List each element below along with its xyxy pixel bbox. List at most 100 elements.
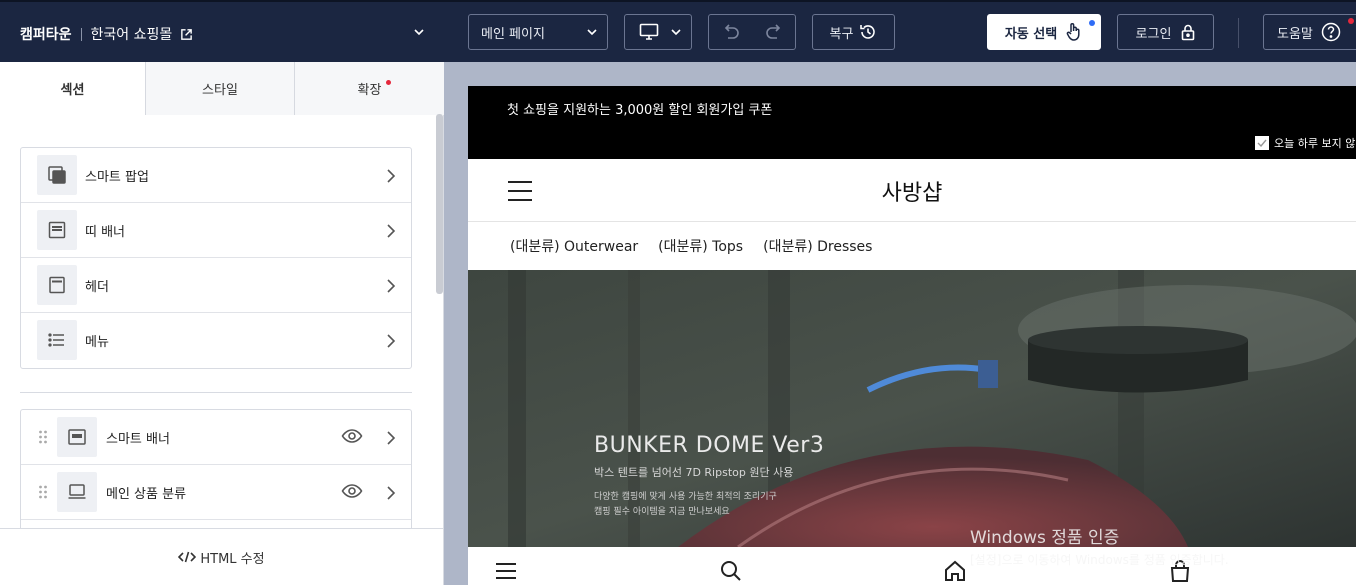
section-label: 메뉴 <box>85 335 109 350</box>
hand-pointer-icon <box>1066 23 1080 41</box>
section-item-menu[interactable]: 메뉴 <box>21 313 411 368</box>
hero-banner[interactable]: BUNKER DOME Ver3 박스 텐트를 넘어선 7D Ripstop 원… <box>468 270 1356 547</box>
chevron-right-icon <box>387 334 396 348</box>
hero-copy: BUNKER DOME Ver3 박스 텐트를 넘어선 7D Ripstop 원… <box>594 433 824 520</box>
section-label: 헤더 <box>85 279 109 295</box>
hero-description: 다양한 캠핑에 맞게 사용 가능한 최적의 조리기구 캠핑 필수 아이템을 지금… <box>594 490 824 520</box>
code-icon <box>178 551 197 563</box>
nav-item[interactable]: (대분류) Tops <box>658 236 743 256</box>
drag-handle-icon[interactable] <box>38 484 48 500</box>
auto-select-button[interactable]: 자동 선택 <box>987 14 1101 50</box>
page-select[interactable]: 메인 페이지 <box>468 14 608 50</box>
history-icon <box>860 25 876 39</box>
tab-label: 섹션 <box>60 83 85 98</box>
panel-tabs: 섹션 스타일 확장 <box>0 62 444 116</box>
header-icon <box>37 265 77 305</box>
hero-desc-line: 캠핑 필수 아이템을 지금 만나보세요 <box>594 507 730 517</box>
chevron-right-icon <box>387 279 396 293</box>
chevron-down-icon[interactable] <box>413 27 425 37</box>
mobile-preview[interactable]: 첫 쇼핑을 지원하는 3,000원 할인 회원가입 쿠폰 오늘 하루 보지 않 … <box>468 86 1356 585</box>
monitor-icon <box>57 472 97 512</box>
login-button[interactable]: 로그인 <box>1117 14 1214 50</box>
chevron-down-icon <box>587 29 597 36</box>
tab-label: 스타일 <box>202 83 238 98</box>
popup-icon <box>37 155 77 195</box>
help-button[interactable]: 도움말 <box>1263 14 1356 50</box>
mall-name-link[interactable]: 한국어 쇼핑몰 <box>91 24 173 44</box>
fixed-section-list: 스마트 팝업 띠 배너 헤더 메뉴 <box>20 147 412 369</box>
section-label: 스마트 배너 <box>106 431 170 447</box>
promo-text: 첫 쇼핑을 지원하는 3,000원 할인 회원가입 쿠폰 <box>507 103 773 118</box>
shop-header: 사방샵 <box>468 159 1356 222</box>
toolbar-divider <box>1238 18 1239 48</box>
section-label: 띠 배너 <box>85 224 126 240</box>
drag-handle-icon[interactable] <box>38 429 48 445</box>
tab-sections[interactable]: 섹션 <box>0 62 145 116</box>
hero-title: BUNKER DOME Ver3 <box>594 433 825 458</box>
section-item-smart-banner[interactable]: 스마트 배너 <box>21 410 411 465</box>
section-label: 메인 상품 분류 <box>106 486 187 502</box>
nav-item[interactable]: (대분류) Outerwear <box>510 236 638 256</box>
eye-icon[interactable] <box>341 483 363 499</box>
login-label: 로그인 <box>1135 26 1172 42</box>
section-item-header[interactable]: 헤더 <box>21 258 411 313</box>
device-select[interactable] <box>624 14 692 50</box>
check-icon <box>1257 139 1267 147</box>
restore-label: 복구 <box>829 26 854 42</box>
section-label: 스마트 팝업 <box>85 169 149 185</box>
strip-banner-icon <box>37 210 77 250</box>
chevron-right-icon <box>387 224 396 238</box>
tab-label: 확장 <box>357 83 382 98</box>
sections-panel: 섹션 스타일 확장 스마트 팝업 띠 배너 헤더 메뉴 스마트 배너 메인 상품… <box>0 62 444 585</box>
question-icon <box>1321 22 1341 42</box>
lock-icon <box>1182 24 1195 40</box>
hide-today-toggle[interactable]: 오늘 하루 보지 않 <box>1255 135 1355 151</box>
menu-icon[interactable] <box>495 560 517 580</box>
chevron-right-icon <box>387 169 396 183</box>
restore-button[interactable]: 복구 <box>812 14 895 50</box>
section-item-smart-popup[interactable]: 스마트 팝업 <box>21 148 411 203</box>
brand-divider <box>80 27 82 41</box>
redo-icon[interactable] <box>765 24 783 40</box>
brand: 캠퍼타운 한국어 쇼핑몰 <box>20 24 193 44</box>
home-icon[interactable] <box>944 560 966 582</box>
desktop-icon <box>639 23 659 40</box>
undo-icon[interactable] <box>722 24 740 40</box>
panel-scrollbar[interactable] <box>436 114 443 294</box>
editor-toolbar: 캠퍼타운 한국어 쇼핑몰 메인 페이지 복구 자동 선택 로그인 도움말 <box>0 0 1356 62</box>
banner-icon <box>57 417 97 457</box>
external-link-icon[interactable] <box>180 28 193 41</box>
page-select-value: 메인 페이지 <box>481 26 545 42</box>
chevron-right-icon <box>387 431 396 445</box>
notification-dot <box>1089 20 1095 26</box>
search-icon[interactable] <box>720 560 742 582</box>
section-item-main-category[interactable]: 메인 상품 분류 <box>21 465 411 520</box>
tab-style[interactable]: 스타일 <box>145 62 294 115</box>
brand-name: 캠퍼타운 <box>20 27 72 43</box>
hero-desc-line: 다양한 캠핑에 맞게 사용 가능한 최적의 조리기구 <box>594 492 777 502</box>
section-item-strip-banner[interactable]: 띠 배너 <box>21 203 411 258</box>
section-divider <box>20 392 412 393</box>
shopping-bag-icon[interactable] <box>1170 560 1190 582</box>
mobile-bottom-nav <box>468 547 1356 585</box>
notification-dot <box>386 80 391 85</box>
shop-logo[interactable]: 사방샵 <box>468 175 1356 207</box>
checkbox[interactable] <box>1255 136 1269 150</box>
chevron-down-icon <box>671 29 681 36</box>
category-nav: (대분류) Outerwear (대분류) Tops (대분류) Dresses <box>510 236 872 256</box>
undo-redo-group <box>708 14 796 50</box>
promo-strip-banner[interactable]: 첫 쇼핑을 지원하는 3,000원 할인 회원가입 쿠폰 오늘 하루 보지 않 <box>468 86 1356 159</box>
auto-select-label: 자동 선택 <box>1004 26 1058 42</box>
html-edit-label: HTML 수정 <box>200 551 265 567</box>
nav-item[interactable]: (대분류) Dresses <box>763 236 872 256</box>
eye-icon[interactable] <box>341 428 363 444</box>
help-label: 도움말 <box>1277 26 1313 42</box>
chevron-right-icon <box>387 486 396 500</box>
preview-canvas: 첫 쇼핑을 지원하는 3,000원 할인 회원가입 쿠폰 오늘 하루 보지 않 … <box>444 62 1356 585</box>
hide-today-label: 오늘 하루 보지 않 <box>1274 137 1356 150</box>
html-edit-button[interactable]: HTML 수정 <box>0 528 443 585</box>
notification-dot <box>1348 18 1354 24</box>
tab-extensions[interactable]: 확장 <box>294 62 444 115</box>
section-list: 스마트 배너 메인 상품 분류 <box>20 409 412 529</box>
menu-list-icon <box>37 320 77 360</box>
